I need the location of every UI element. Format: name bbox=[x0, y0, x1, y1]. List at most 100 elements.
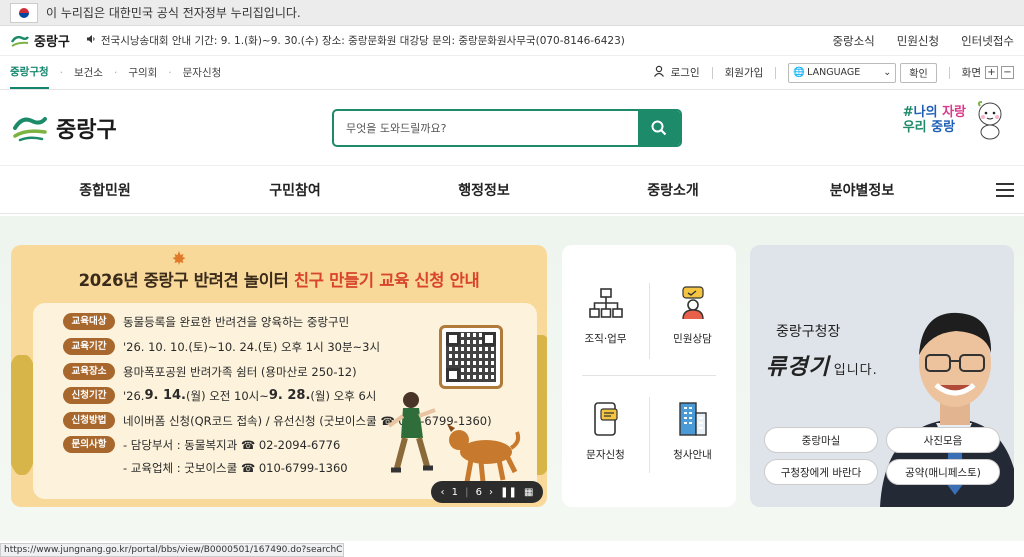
browser-status-url: https://www.jungnang.go.kr/portal/bbs/vi… bbox=[0, 543, 344, 557]
info-text-bold: 9. 14. bbox=[144, 388, 186, 403]
zoom-in-button[interactable]: + bbox=[985, 66, 998, 79]
quick-item-organization[interactable]: 조직·업무 bbox=[562, 285, 649, 346]
divider bbox=[582, 375, 716, 376]
divider bbox=[775, 66, 777, 79]
slogan-word: 나의 bbox=[913, 105, 943, 120]
gov-banner-text: 이 누리집은 대한민국 공식 전자정부 누리집입니다. bbox=[46, 6, 301, 20]
gnb-item-about[interactable]: 중랑소개 bbox=[647, 180, 699, 200]
slogan-banner[interactable]: #나의 자랑 우리 중랑 bbox=[903, 100, 1008, 140]
info-tag: 교육대상 bbox=[63, 313, 115, 330]
main-navigation: 종합민원 구민참여 행정정보 중랑소개 분야별정보 bbox=[0, 166, 1024, 214]
zoom-out-button[interactable]: − bbox=[1001, 66, 1014, 79]
grid-view-button[interactable]: ▦ bbox=[524, 487, 533, 498]
banner-pager: ‹ 1 | 6 › ❚❚ ▦ bbox=[431, 481, 543, 503]
subsite-tab-sms[interactable]: 문자신청 bbox=[183, 56, 222, 89]
suggest-to-mayor-button[interactable]: 구청장에게 바란다 bbox=[764, 459, 878, 485]
pager-divider: | bbox=[465, 486, 469, 498]
quick-item-sms[interactable]: 문자신청 bbox=[562, 401, 649, 462]
main-visual-area: 2026년 중랑구 반려견 놀이터 친구 만들기 교육 신청 안내 교육대상 동물… bbox=[0, 216, 1024, 541]
info-row: 교육대상 동물등록을 완료한 반려견을 양육하는 중랑구민 bbox=[63, 313, 349, 330]
info-text: 용마폭포공원 반려가족 쉼터 (용마산로 250-12) bbox=[123, 364, 357, 379]
info-row: 문의사항 - 담당부서 : 동물복지과 ☎ 02-2094-6776 bbox=[63, 436, 340, 453]
separator-dot: · bbox=[59, 66, 63, 79]
banner-title-main: 2026년 중랑구 반려견 놀이터 bbox=[78, 271, 294, 290]
slogan-text: #나의 자랑 우리 중랑 bbox=[903, 105, 966, 135]
info-row: 교육장소 용마폭포공원 반려가족 쉼터 (용마산로 250-12) bbox=[63, 363, 357, 380]
gnb-item-civil[interactable]: 종합민원 bbox=[79, 180, 131, 200]
gnb-item-participation[interactable]: 구민참여 bbox=[269, 180, 321, 200]
prev-slide-button[interactable]: ‹ bbox=[441, 487, 445, 498]
jungnang-logo-icon bbox=[13, 116, 47, 141]
mobile-message-icon bbox=[588, 401, 624, 437]
slogan-hash: # bbox=[902, 105, 914, 120]
gnb-item-admin-info[interactable]: 행정정보 bbox=[458, 180, 510, 200]
photo-gallery-button[interactable]: 사진모음 bbox=[886, 427, 1000, 453]
signup-link[interactable]: 회원가입 bbox=[725, 65, 764, 80]
search-input[interactable]: 무엇을 도와드릴까요? bbox=[334, 120, 638, 136]
info-text-bold: 9. 28. bbox=[268, 388, 311, 403]
notice-ticker[interactable]: 전국시낭송대회 안내 기간: 9. 1.(화)~9. 30.(수) 장소: 중랑… bbox=[86, 33, 833, 48]
speaker-icon bbox=[86, 34, 96, 47]
qr-code-icon[interactable] bbox=[439, 325, 503, 389]
info-text: (월) 오전 10시~ bbox=[186, 388, 269, 403]
slogan-word: 자랑 bbox=[942, 105, 966, 120]
gnb-item-field-info[interactable]: 분야별정보 bbox=[830, 180, 894, 200]
separator-dot: · bbox=[113, 66, 118, 79]
pager-current: 1 bbox=[451, 486, 459, 498]
language-confirm-button[interactable]: 확인 bbox=[900, 62, 937, 83]
globe-icon: 🌐 bbox=[793, 67, 806, 78]
banner-title: 2026년 중랑구 반려견 놀이터 친구 만들기 교육 신청 안내 bbox=[11, 267, 547, 291]
info-text: - 교육업체 : 굿보이스쿨 ☎ 010-6799-1360 bbox=[123, 461, 348, 475]
quick-item-label: 문자신청 bbox=[586, 449, 625, 461]
info-text: '26. 10. 10.(토)~10. 24.(토) 오후 1시 30분~3시 bbox=[123, 339, 381, 354]
quick-menu: 조직·업무 민원상담 문자신청 청사안내 bbox=[562, 245, 736, 507]
info-tag: 신청기간 bbox=[63, 387, 115, 404]
subsite-tabs: 중랑구청 · 보건소 · 구의회 · 문자신청 bbox=[10, 56, 653, 89]
top-bar: 중랑구 전국시낭송대회 안내 기간: 9. 1.(화)~9. 30.(수) 장소… bbox=[0, 26, 1024, 56]
quick-item-building-guide[interactable]: 청사안내 bbox=[649, 401, 736, 462]
mayor-signature: 류경기 입니다. bbox=[766, 349, 878, 381]
manifesto-button[interactable]: 공약(매니페스토) bbox=[886, 459, 1000, 485]
subsite-tab-council[interactable]: 구의회 bbox=[128, 56, 157, 89]
building-icon bbox=[675, 401, 711, 437]
info-text: - 담당부서 : 동물복지과 ☎ 02-2094-6776 bbox=[123, 437, 341, 452]
subsite-tab-health-center[interactable]: 보건소 bbox=[74, 56, 103, 89]
info-text: 동물등록을 완료한 반려견을 양육하는 중랑구민 bbox=[123, 314, 350, 329]
utility-menu: 로그인 회원가입 🌐 LANGUAGE ⌄ 확인 화면 + − bbox=[653, 62, 1014, 83]
promo-banner[interactable]: 2026년 중랑구 반려견 놀이터 친구 만들기 교육 신청 안내 교육대상 동물… bbox=[11, 245, 547, 507]
mayor-card: 중랑구청장 류경기 입니다. 중랑마실 사진모음 구청장에게 바란다 공약(매니페… bbox=[750, 245, 1014, 507]
site-header: 중랑구 무엇을 도와드릴까요? #나의 자랑 우리 중랑 bbox=[0, 90, 1024, 166]
info-text: (월) 오후 6시 bbox=[310, 388, 377, 403]
top-link-internet-receipt[interactable]: 인터넷접수 bbox=[961, 33, 1014, 49]
pager-total: 6 bbox=[475, 486, 482, 498]
search-button[interactable] bbox=[638, 110, 680, 145]
user-icon bbox=[653, 65, 665, 80]
quick-item-consultation[interactable]: 민원상담 bbox=[649, 285, 736, 346]
mayor-label: 중랑구청장 bbox=[776, 324, 841, 340]
quick-item-label: 청사안내 bbox=[673, 449, 712, 461]
jungnang-logo-icon bbox=[10, 35, 29, 47]
mini-logo[interactable]: 중랑구 bbox=[10, 31, 70, 50]
search-icon bbox=[651, 120, 667, 135]
person-with-dog-illustration bbox=[387, 392, 521, 483]
site-logo[interactable]: 중랑구 bbox=[12, 112, 332, 144]
separator-dot: · bbox=[168, 66, 172, 79]
top-link-civil-request[interactable]: 민원신청 bbox=[897, 33, 939, 49]
site-logo-text: 중랑구 bbox=[56, 117, 117, 143]
pause-button[interactable]: ❚❚ bbox=[500, 487, 517, 498]
info-tag: 교육장소 bbox=[63, 363, 115, 380]
info-row: 교육기간 '26. 10. 10.(토)~10. 24.(토) 오후 1시 30분… bbox=[63, 338, 380, 355]
login-link[interactable]: 로그인 bbox=[671, 65, 700, 80]
maple-leaf-icon bbox=[172, 251, 186, 265]
subsite-nav-bar: 중랑구청 · 보건소 · 구의회 · 문자신청 로그인 회원가입 🌐 LANGU… bbox=[0, 56, 1024, 90]
hamburger-menu-icon[interactable] bbox=[996, 183, 1014, 197]
info-tag: 문의사항 bbox=[63, 436, 115, 453]
subsite-tab-office[interactable]: 중랑구청 bbox=[10, 56, 49, 89]
divider bbox=[948, 66, 950, 79]
walk-jungnang-button[interactable]: 중랑마실 bbox=[764, 427, 878, 453]
language-select-value: LANGUAGE bbox=[807, 67, 861, 78]
top-link-news[interactable]: 중랑소식 bbox=[832, 33, 874, 49]
gov-official-banner: 이 누리집은 대한민국 공식 전자정부 누리집입니다. bbox=[0, 0, 1024, 26]
next-slide-button[interactable]: › bbox=[489, 487, 493, 498]
language-select[interactable]: 🌐 LANGUAGE ⌄ bbox=[788, 62, 897, 83]
